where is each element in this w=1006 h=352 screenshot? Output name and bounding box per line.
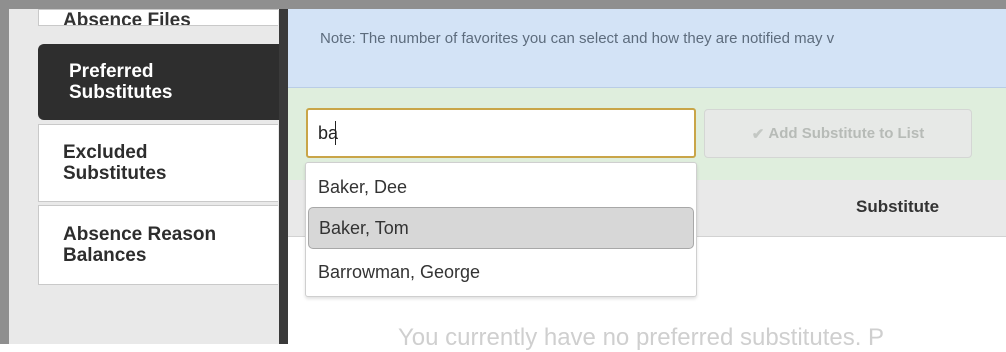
sidebar-item-label: Absence Files bbox=[63, 10, 191, 26]
autocomplete-option[interactable]: Barrowman, George bbox=[306, 251, 696, 293]
note-text: Note: The number of favorites you can se… bbox=[320, 30, 835, 47]
sidebar-item-label: Excluded Substitutes bbox=[63, 142, 167, 184]
sidebar-item-absence-files[interactable]: Absence Files bbox=[38, 9, 278, 26]
sidebar-item-preferred-substitutes[interactable]: Preferred Substitutes bbox=[38, 44, 288, 120]
column-header-substitute[interactable]: Substitute bbox=[856, 197, 939, 217]
sidebar-item-label: Absence Reason Balances bbox=[63, 224, 217, 266]
sidebar-item-label: Preferred Substitutes bbox=[69, 61, 173, 103]
text-caret bbox=[335, 121, 336, 145]
add-substitute-button[interactable]: ✔ Add Substitute to List bbox=[704, 109, 972, 158]
substitute-search-input[interactable] bbox=[306, 108, 696, 158]
panel-divider bbox=[279, 9, 288, 344]
autocomplete-dropdown: Baker, Dee Baker, Tom Barrowman, George bbox=[305, 162, 697, 297]
add-substitute-button-label: Add Substitute to List bbox=[768, 125, 925, 142]
window-frame-top bbox=[0, 0, 1006, 9]
note-banner: Note: The number of favorites you can se… bbox=[288, 9, 1006, 88]
window-frame-left bbox=[0, 0, 9, 344]
checkmark-icon: ✔ bbox=[751, 125, 765, 143]
sidebar-item-absence-reason-balances[interactable]: Absence Reason Balances bbox=[38, 205, 278, 285]
empty-state-message: You currently have no preferred substitu… bbox=[398, 324, 885, 351]
autocomplete-option-highlighted[interactable]: Baker, Tom bbox=[308, 207, 694, 249]
autocomplete-option[interactable]: Baker, Dee bbox=[306, 166, 696, 208]
sidebar-item-excluded-substitutes[interactable]: Excluded Substitutes bbox=[38, 124, 278, 202]
